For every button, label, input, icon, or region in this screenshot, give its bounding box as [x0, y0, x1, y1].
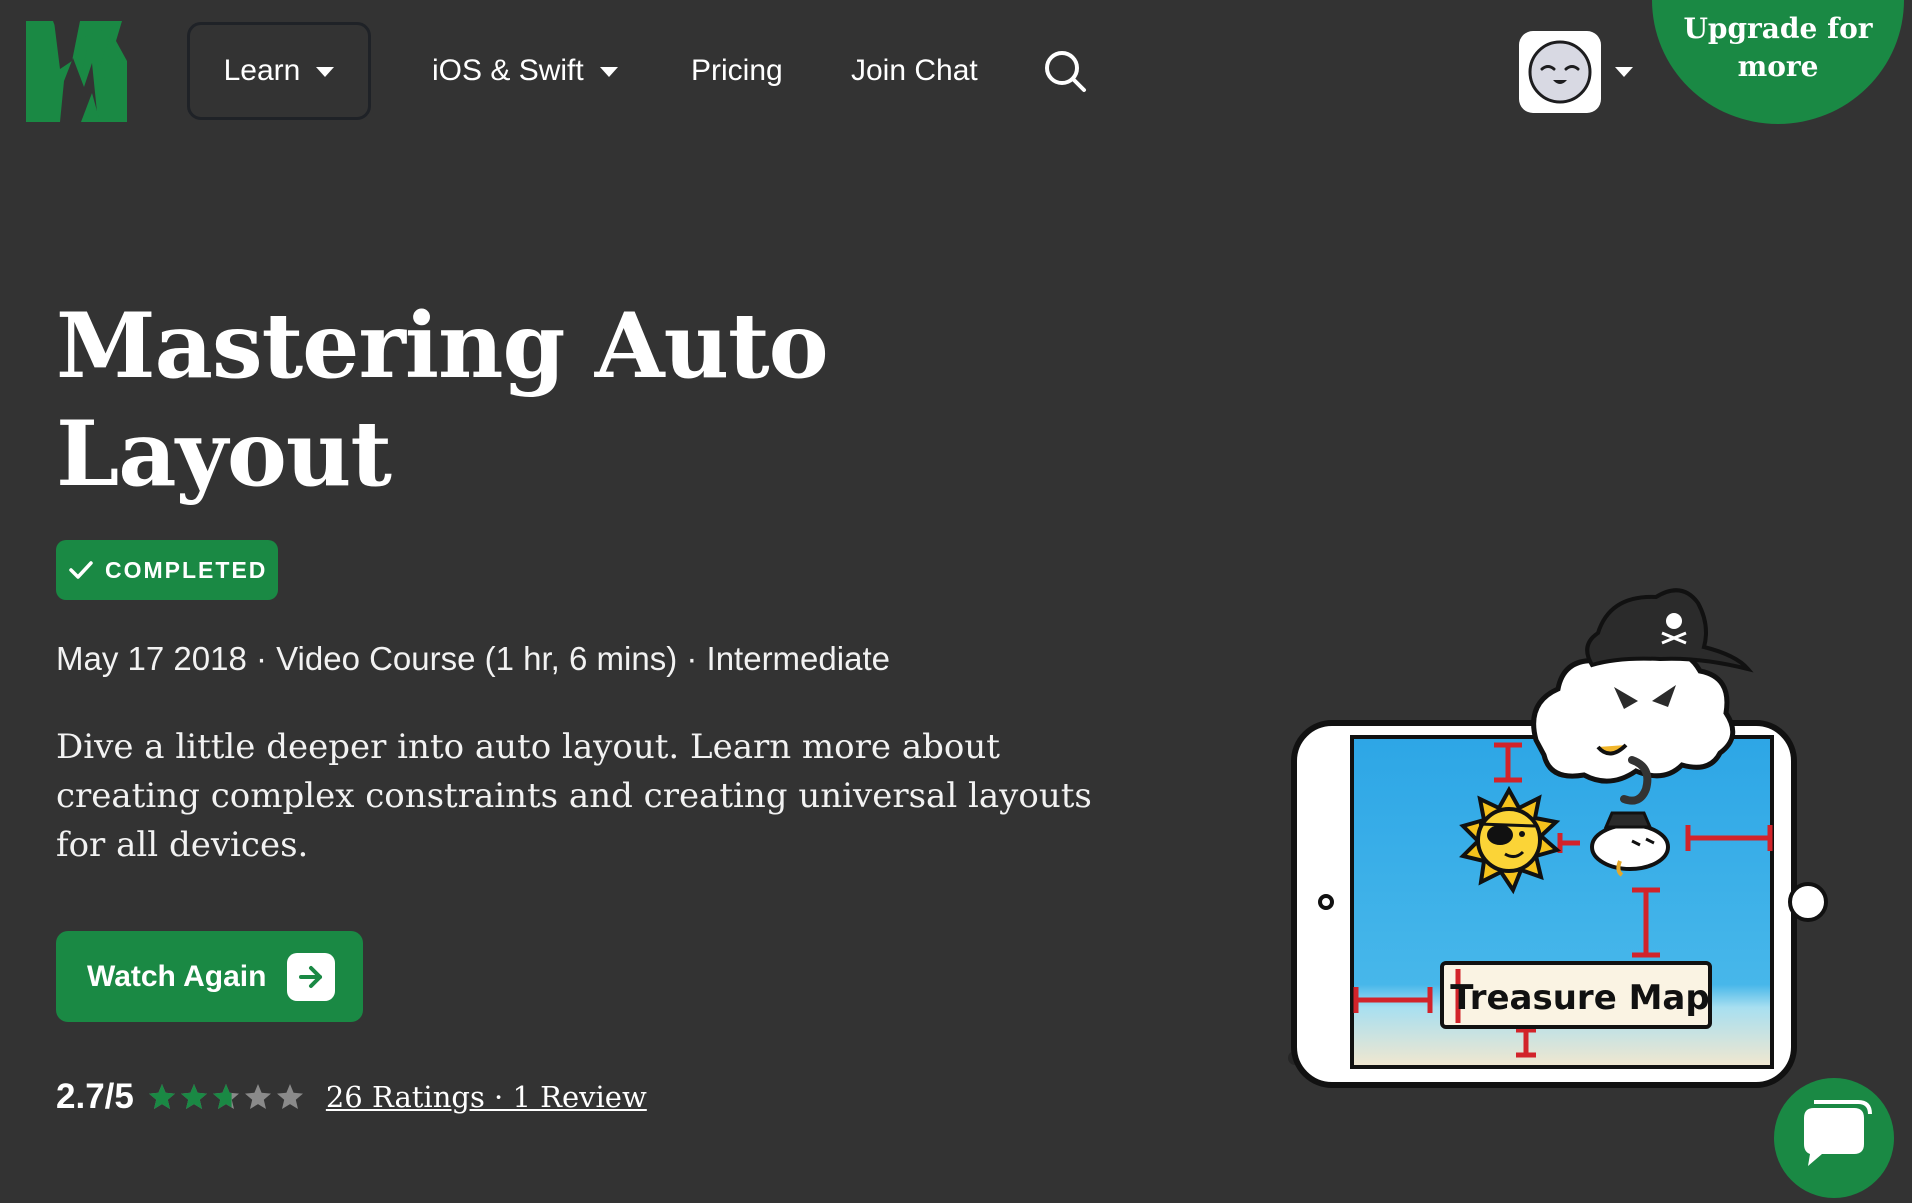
watch-again-button[interactable]: Watch Again — [56, 931, 363, 1022]
nav-join-chat-link[interactable]: Join Chat — [851, 22, 978, 120]
nav-join-chat-label: Join Chat — [851, 54, 978, 87]
course-rating: 2.7/5 26 Ratings · 1 Review — [56, 1072, 647, 1122]
nav-pricing-link[interactable]: Pricing — [691, 22, 783, 120]
course-artwork: Treasure Map — [1288, 588, 1828, 1088]
chat-icon — [1804, 1100, 1872, 1166]
nav-learn-label: Learn — [223, 54, 301, 87]
search-icon[interactable] — [1042, 48, 1088, 94]
upgrade-label: Upgrade for more — [1683, 12, 1873, 83]
treasure-map-sign: Treasure Map — [1450, 978, 1709, 1018]
nav-ios-swift-label: iOS & Swift — [432, 54, 584, 87]
upgrade-button[interactable]: Upgrade for more — [1652, 0, 1904, 124]
rating-stars — [148, 1083, 308, 1111]
user-avatar-button[interactable] — [1519, 31, 1601, 113]
arrow-right-icon — [287, 952, 336, 1001]
star-icon — [212, 1084, 239, 1109]
nav-ios-swift-menu[interactable]: iOS & Swift — [432, 22, 618, 120]
logo-icon[interactable] — [26, 21, 127, 122]
chevron-down-icon — [316, 67, 335, 77]
rating-score: 2.7/5 — [56, 1077, 134, 1116]
top-nav: Learn iOS & Swift Pricing Join Chat Upgr… — [0, 0, 1912, 150]
ratings-reviews-link[interactable]: 26 Ratings · 1 Review — [326, 1080, 647, 1114]
course-title: Mastering Auto Layout — [56, 293, 829, 507]
nav-learn-menu[interactable]: Learn — [187, 22, 371, 120]
chat-support-button[interactable] — [1774, 1078, 1894, 1198]
completed-badge-label: COMPLETED — [105, 556, 268, 583]
star-icon — [180, 1084, 207, 1109]
completed-badge: COMPLETED — [56, 540, 279, 600]
chevron-down-icon — [599, 67, 618, 77]
watch-again-label: Watch Again — [87, 959, 267, 993]
star-icon — [244, 1084, 271, 1109]
nav-pricing-label: Pricing — [691, 54, 783, 87]
course-meta: May 17 2018 · Video Course (1 hr, 6 mins… — [56, 640, 890, 677]
star-icon — [276, 1084, 303, 1109]
checkmark-icon — [69, 561, 93, 579]
course-description: Dive a little deeper into auto layout. L… — [56, 727, 1092, 865]
star-icon — [148, 1084, 175, 1109]
chevron-down-icon[interactable] — [1615, 67, 1633, 77]
avatar-face-icon — [1528, 40, 1592, 104]
